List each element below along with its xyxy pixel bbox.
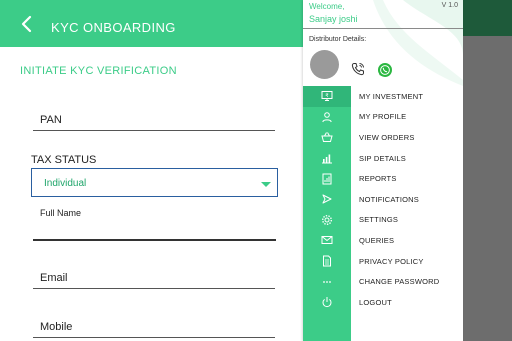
email-input[interactable]	[33, 288, 275, 289]
divider	[303, 28, 463, 29]
pan-label: PAN	[40, 114, 62, 126]
full-name-input[interactable]	[33, 239, 276, 241]
notification-icon	[303, 189, 351, 210]
gear-icon	[303, 210, 351, 231]
menu-item-logout[interactable]: LOGOUT	[303, 292, 463, 313]
menu-item-sip-details[interactable]: SIP DETAILS	[303, 148, 463, 169]
menu-item-notifications[interactable]: NOTIFICATIONS	[303, 189, 463, 210]
menu-label: CHANGE PASSWORD	[359, 277, 440, 287]
document-icon	[303, 251, 351, 272]
menu-label: NOTIFICATIONS	[359, 194, 419, 204]
menu-label: QUERIES	[359, 235, 395, 245]
menu-label: VIEW ORDERS	[359, 132, 415, 142]
power-icon	[303, 292, 351, 313]
drawer-menu: ₹ MY INVESTMENT MY PROFILE VIEW ORDERS S…	[303, 86, 463, 313]
phone-call-icon[interactable]	[351, 62, 365, 76]
whatsapp-icon[interactable]	[377, 62, 393, 78]
menu-label: REPORTS	[359, 174, 397, 184]
svg-text:₹: ₹	[325, 93, 328, 99]
distributor-label: Distributor Details:	[309, 36, 367, 43]
user-name: Sanjay joshi	[309, 14, 358, 24]
page-title: KYC ONBOARDING	[51, 20, 176, 35]
menu-item-change-password[interactable]: CHANGE PASSWORD	[303, 271, 463, 292]
menu-label: PRIVACY POLICY	[359, 256, 424, 266]
password-icon	[303, 271, 351, 292]
bar-chart-icon	[303, 148, 351, 169]
mobile-input[interactable]	[33, 337, 275, 338]
menu-item-queries[interactable]: QUERIES	[303, 230, 463, 251]
menu-item-view-orders[interactable]: VIEW ORDERS	[303, 127, 463, 148]
menu-item-privacy-policy[interactable]: PRIVACY POLICY	[303, 251, 463, 272]
menu-label: LOGOUT	[359, 297, 392, 307]
email-label: Email	[40, 272, 68, 284]
full-name-label: Full Name	[40, 208, 82, 218]
tax-status-value: Individual	[44, 178, 87, 189]
app-bar: KYC ONBOARDING	[0, 0, 303, 47]
welcome-text: Welcome,	[309, 2, 345, 11]
menu-label: SIP DETAILS	[359, 153, 406, 163]
background-app-bar	[462, 0, 512, 36]
menu-label: MY INVESTMENT	[359, 91, 424, 101]
pan-input[interactable]	[33, 130, 275, 131]
menu-item-my-investment[interactable]: ₹ MY INVESTMENT	[303, 86, 463, 107]
navigation-drawer: Welcome, V 1.0 Sanjay joshi Distributor …	[303, 0, 463, 341]
menu-item-my-profile[interactable]: MY PROFILE	[303, 107, 463, 128]
investment-icon: ₹	[303, 86, 351, 107]
mail-icon	[303, 230, 351, 251]
avatar	[310, 50, 339, 79]
report-icon	[303, 168, 351, 189]
menu-item-reports[interactable]: REPORTS	[303, 168, 463, 189]
basket-icon	[303, 127, 351, 148]
drawer-header: Welcome, V 1.0 Sanjay joshi Distributor …	[303, 0, 463, 86]
chevron-down-icon	[261, 182, 271, 187]
menu-label: MY PROFILE	[359, 112, 407, 122]
menu-label: SETTINGS	[359, 215, 399, 225]
tax-status-select[interactable]: Individual	[31, 168, 278, 197]
mobile-label: Mobile	[40, 321, 73, 333]
tax-status-label: TAX STATUS	[31, 154, 97, 166]
section-title: INITIATE KYC VERIFICATION	[20, 65, 177, 77]
menu-item-settings[interactable]: SETTINGS	[303, 210, 463, 231]
profile-icon	[303, 107, 351, 128]
back-arrow-icon[interactable]	[17, 14, 37, 34]
version-label: V 1.0	[441, 2, 458, 9]
